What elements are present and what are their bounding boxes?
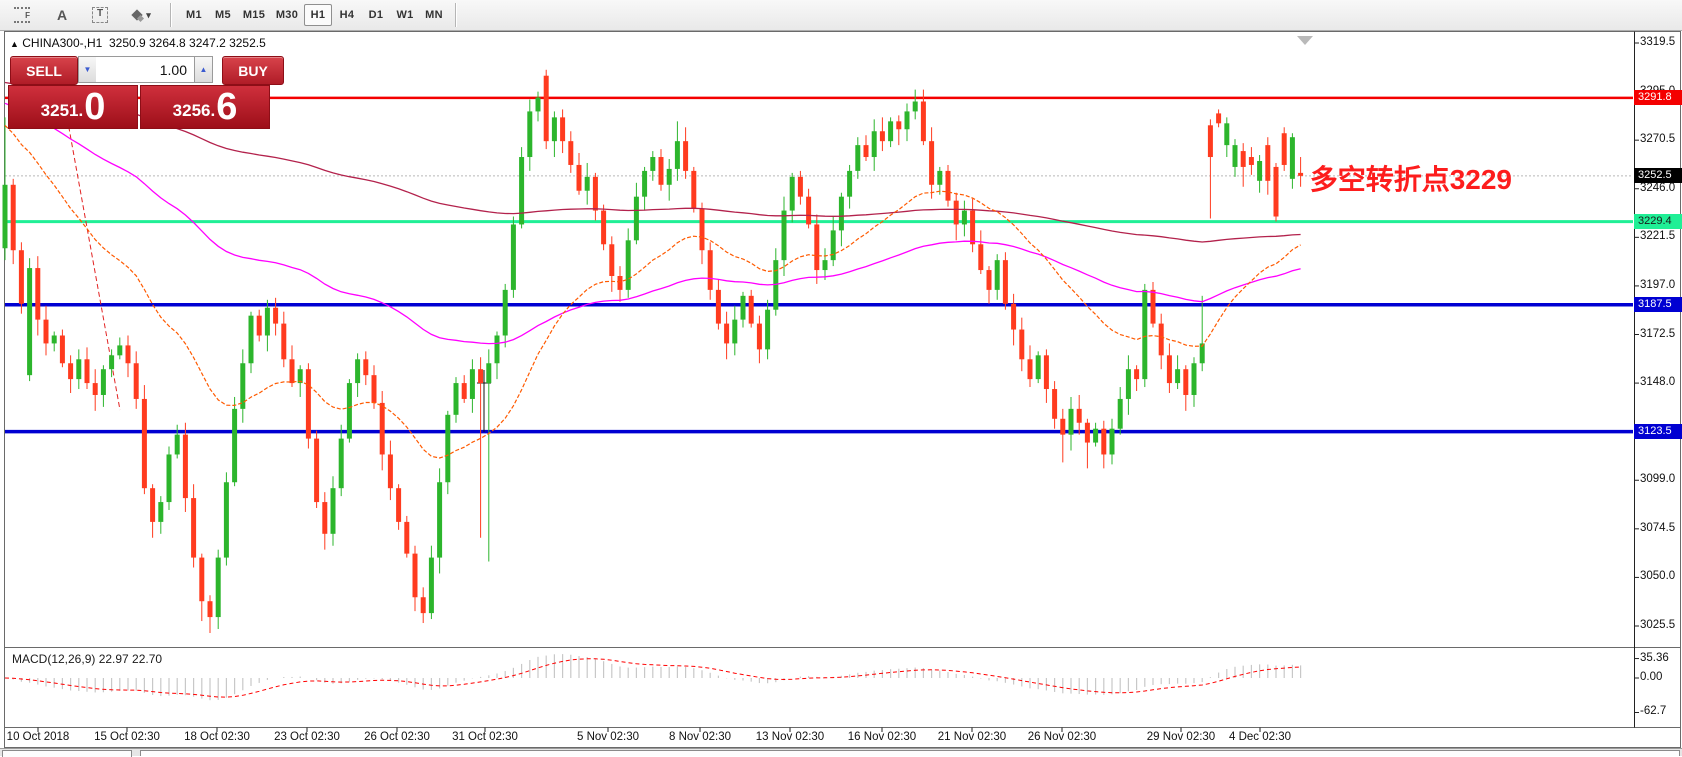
volume-decrease-button[interactable]: ▼ [78,56,97,83]
price-badge: 3123.5 [1634,424,1682,439]
sell-button[interactable]: SELL [10,56,78,85]
fibonacci-icon[interactable]: F [8,3,36,27]
price-badge: 3291.8 [1634,90,1682,105]
toolbar-separator [455,3,456,27]
chart-window-frame [5,32,1681,748]
price-tick-label: 3319.5 [1640,36,1675,48]
time-axis-label: 26 Oct 02:30 [364,731,430,743]
volume-input[interactable] [96,56,195,83]
buy-price: 3256. [173,96,216,126]
volume-increase-button[interactable]: ▲ [194,56,213,83]
time-axis-label: 23 Oct 02:30 [274,731,340,743]
timeframe-m1[interactable]: M1 [180,4,208,26]
macd-axis-label: -62.7 [1640,705,1666,717]
time-axis-label: 26 Nov 02:30 [1028,731,1096,743]
collapse-icon[interactable]: ▲ [10,39,19,49]
buy-price-panel[interactable]: 3256.6 [140,85,270,129]
sell-price-panel[interactable]: 3251.0 [8,85,138,129]
chart-title: ▲ CHINA300-,H1 3250.9 3264.8 3247.2 3252… [10,36,266,50]
buy-button[interactable]: BUY [222,56,284,85]
macd-axis-label: 35.36 [1640,652,1669,664]
time-axis-label: 4 Dec 02:30 [1229,731,1291,743]
price-tick-label: 3050.0 [1640,570,1675,582]
price-tick-label: 3074.5 [1640,522,1675,534]
toolbar: F A T ▾ M1M5M15M30H1H4D1W1MN [0,0,1682,31]
time-axis-label: 13 Nov 02:30 [756,731,824,743]
timeframe-w1[interactable]: W1 [391,4,419,26]
price-badge: 3252.5 [1634,168,1682,183]
timeframe-h1[interactable]: H1 [304,4,332,26]
time-axis-label: 31 Oct 02:30 [452,731,518,743]
time-axis-label: 29 Nov 02:30 [1147,731,1215,743]
price-tick-label: 3025.5 [1640,619,1675,631]
ohlc-values: 3250.9 3264.8 3247.2 3252.5 [109,36,266,50]
time-axis-label: 21 Nov 02:30 [938,731,1006,743]
time-axis-label: 16 Nov 02:30 [848,731,916,743]
text-icon[interactable]: A [48,3,76,27]
chevron-down-icon[interactable]: ▾ [146,10,151,21]
macd-indicator-label: MACD(12,26,9) 22.97 22.70 [12,652,162,666]
time-axis-label: 5 Nov 02:30 [577,731,639,743]
timeframe-d1[interactable]: D1 [362,4,390,26]
symbol-name: CHINA300-,H1 [22,36,102,50]
price-tick-label: 3197.0 [1640,279,1675,291]
macd-axis-label: 0.00 [1640,671,1662,683]
price-tick-label: 3246.0 [1640,182,1675,194]
chart-annotation: 多空转折点3229 [1310,158,1512,198]
price-badge: 3187.5 [1634,297,1682,312]
price-tick-label: 3221.5 [1640,230,1675,242]
mt4-window: F A T ▾ M1M5M15M30H1H4D1W1MN ▲ CHINA300-… [0,0,1682,755]
price-tick-label: 3172.5 [1640,328,1675,340]
timeframe-m5[interactable]: M5 [209,4,237,26]
timeframe-h4[interactable]: H4 [333,4,361,26]
timeframe-m30[interactable]: M30 [271,4,303,26]
price-tick-label: 3099.0 [1640,473,1675,485]
sell-price: 3251. [41,96,84,126]
timeframe-mn[interactable]: MN [420,4,448,26]
price-tick-label: 3148.0 [1640,376,1675,388]
tab-bar-area [140,750,1680,756]
price-tick-label: 3270.5 [1640,133,1675,145]
shapes-icon[interactable]: ▾ [122,3,162,27]
time-axis-label: 10 Oct 2018 [7,731,70,743]
time-axis-label: 8 Nov 02:30 [669,731,731,743]
toolbar-separator [170,3,171,27]
chart-tab[interactable] [2,750,132,757]
text-label-icon[interactable]: T [86,3,114,27]
price-badge: 3229.4 [1634,214,1682,229]
time-axis-label: 18 Oct 02:30 [184,731,250,743]
time-axis-label: 15 Oct 02:30 [94,731,160,743]
timeframe-m15[interactable]: M15 [238,4,270,26]
